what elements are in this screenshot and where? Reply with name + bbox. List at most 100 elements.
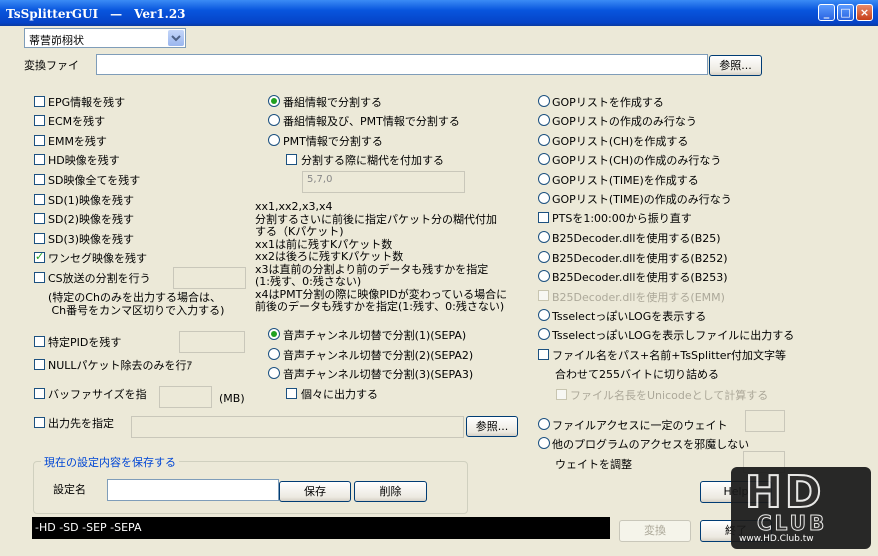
cs-note: (特定のChのみを出力する場合は、 Ch番号をカンマ区切りで入力する) [48, 291, 225, 317]
sepa1-label: 音声チャンネル切替で分割(1)(SEPA) [283, 329, 467, 342]
input-file-field[interactable] [96, 54, 708, 75]
wait-adjust-label: ウェイトを調整 [555, 458, 632, 471]
sd3-checkbox[interactable] [34, 233, 45, 244]
split-program-label: 番組情報で分割する [283, 96, 382, 109]
epg-checkbox[interactable] [34, 96, 45, 107]
pid-input[interactable] [179, 331, 245, 353]
no-disturb-radio[interactable] [538, 437, 550, 449]
gop-only-label: GOPリストの作成のみ行なう [552, 115, 697, 128]
command-line-output: -HD -SD -SEP -SEPA [32, 517, 610, 539]
gop-ch-radio[interactable] [538, 134, 550, 146]
setting-name-input[interactable] [107, 479, 279, 501]
null-checkbox[interactable] [34, 359, 45, 370]
access-wait-input[interactable] [745, 410, 785, 432]
sd2-checkbox[interactable] [34, 213, 45, 224]
convert-button[interactable]: 変換 [619, 520, 691, 542]
emm-b25-label: B25Decoder.dllを使用する(EMM) [552, 291, 725, 304]
sd1-label: SD(1)映像を残す [48, 194, 135, 207]
emm-checkbox[interactable] [34, 135, 45, 146]
split-pmt-radio[interactable] [268, 134, 280, 146]
output-checkbox[interactable] [34, 417, 45, 428]
sd1-checkbox[interactable] [34, 194, 45, 205]
gop-time-only-label: GOPリスト(TIME)の作成のみ行なう [552, 193, 732, 206]
sd2-label: SD(2)映像を残す [48, 213, 135, 226]
b253-radio[interactable] [538, 270, 550, 282]
close-button[interactable]: × [856, 4, 873, 21]
cs-split-label: CS放送の分割を行う [48, 272, 151, 285]
chevron-down-icon[interactable] [168, 30, 184, 46]
tsselect-label: TsselectっぽいLOGを表示する [552, 310, 707, 323]
setting-name-label: 設定名 [53, 483, 86, 496]
epg-label: EPG情報を残す [48, 96, 126, 109]
filename-label: ファイル名をパス+名前+TsSplitter付加文字等 [552, 349, 787, 362]
pts-checkbox[interactable] [538, 212, 549, 223]
save-button[interactable]: 保存 [279, 481, 351, 502]
unicode-checkbox[interactable] [556, 389, 567, 400]
emm-b25-checkbox[interactable] [538, 290, 549, 301]
sd-all-checkbox[interactable] [34, 174, 45, 185]
cs-split-checkbox[interactable] [34, 272, 45, 283]
gop-label: GOPリストを作成する [552, 96, 664, 109]
tsselect-file-label: TsselectっぽいLOGを表示しファイルに出力する [552, 329, 795, 342]
gop-ch-label: GOPリスト(CH)を作成する [552, 135, 689, 148]
split-pmt-label: PMT情報で分割する [283, 135, 383, 148]
buffer-unit: (MB) [219, 392, 245, 405]
filename-label-2: 合わせて255バイトに切り詰める [555, 368, 719, 381]
window-title: TsSplitterGUI — Ver1.23 [6, 7, 186, 21]
pid-checkbox[interactable] [34, 336, 45, 347]
separate-out-checkbox[interactable] [286, 388, 297, 399]
split-program-radio[interactable] [268, 95, 280, 107]
save-settings-title: 現在の設定内容を保存する [41, 454, 179, 470]
access-wait-radio[interactable] [538, 418, 550, 430]
sepa2-radio[interactable] [268, 348, 280, 360]
gop-ch-only-radio[interactable] [538, 153, 550, 165]
no-disturb-label: 他のプログラムのアクセスを邪魔しない [552, 438, 750, 451]
gop-time-radio[interactable] [538, 173, 550, 185]
input-file-label: 変換ファイ [24, 59, 79, 72]
output-path-input[interactable] [131, 416, 464, 438]
sidetext-help: xx1,xx2,x3,x4 分割するさいに前後に指定パケット分の糊代付加 する（… [255, 200, 508, 313]
buffer-input[interactable] [159, 386, 212, 408]
preset-select[interactable]: 蒂营峁栩状 [24, 28, 186, 48]
hd-label: HD映像を残す [48, 154, 120, 167]
maximize-icon: □ [840, 6, 851, 19]
sepa1-radio[interactable] [268, 328, 280, 340]
sidetext-value: 5,7,0 [307, 174, 333, 185]
watermark-club: CLUB [756, 511, 828, 536]
b25-radio[interactable] [538, 231, 550, 243]
save-settings-group: 現在の設定内容を保存する 設定名 保存 削除 [33, 454, 468, 514]
sd-all-label: SD映像全てを残す [48, 174, 141, 187]
b252-label: B25Decoder.dllを使用する(B252) [552, 252, 728, 265]
gop-time-only-radio[interactable] [538, 192, 550, 204]
close-icon: × [859, 6, 870, 19]
maximize-button[interactable]: □ [837, 4, 854, 21]
gop-only-radio[interactable] [538, 114, 550, 126]
separate-out-label: 個々に出力する [301, 388, 378, 401]
split-program-pmt-label: 番組情報及び、PMT情報で分割する [283, 115, 460, 128]
gop-time-label: GOPリスト(TIME)を作成する [552, 174, 699, 187]
oneseg-checkbox[interactable] [34, 250, 45, 263]
hd-checkbox[interactable] [34, 154, 45, 165]
b25-label: B25Decoder.dllを使用する(B25) [552, 232, 721, 245]
split-program-pmt-radio[interactable] [268, 114, 280, 126]
sidetext-input[interactable]: 5,7,0 [302, 171, 465, 193]
null-label: NULLパケット除去のみを行ｱ [48, 359, 193, 372]
tsselect-file-radio[interactable] [538, 328, 550, 340]
minimize-button[interactable]: _ [818, 4, 835, 21]
gop-radio[interactable] [538, 95, 550, 107]
input-browse-button[interactable]: 参照... [709, 55, 762, 76]
sepa3-radio[interactable] [268, 367, 280, 379]
tsselect-radio[interactable] [538, 309, 550, 321]
cs-channel-input[interactable] [173, 267, 246, 289]
gop-ch-only-label: GOPリスト(CH)の作成のみ行なう [552, 154, 722, 167]
add-sidetext-checkbox[interactable] [286, 154, 297, 165]
output-browse-button[interactable]: 参照... [466, 416, 518, 437]
delete-button[interactable]: 削除 [354, 481, 427, 502]
preset-value: 蒂营峁栩状 [29, 34, 84, 47]
ecm-checkbox[interactable] [34, 115, 45, 126]
filename-checkbox[interactable] [538, 349, 549, 360]
sd3-label: SD(3)映像を残す [48, 233, 135, 246]
b252-radio[interactable] [538, 251, 550, 263]
buffer-checkbox[interactable] [34, 388, 45, 399]
add-sidetext-label: 分割する際に糊代を付加する [301, 154, 444, 167]
